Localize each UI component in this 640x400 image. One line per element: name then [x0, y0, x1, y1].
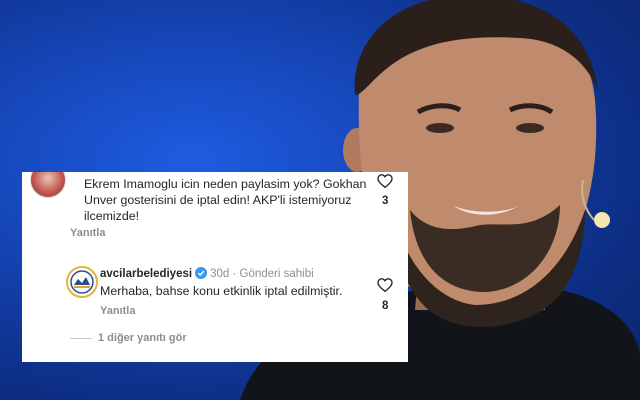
comment-text: Ekrem Imamoglu icin neden paylasim yok? … [84, 177, 367, 223]
reply-link[interactable]: Yanıtla [70, 227, 105, 239]
municipality-logo-icon [70, 270, 94, 294]
reply-text: Merhaba, bahse konu etkinlik iptal edilm… [100, 284, 343, 298]
reply-link[interactable]: Yanıtla [100, 305, 135, 317]
avatar[interactable] [30, 172, 66, 198]
timestamp: 30d [210, 268, 230, 280]
reply-header: avcilarbelediyesi 30d · Gönderi sahibi [100, 267, 314, 280]
author-badge: Gönderi sahibi [239, 268, 314, 280]
separator: · [232, 268, 237, 280]
view-replies-label: 1 diğer yanıtı gör [98, 332, 187, 344]
divider-line [70, 337, 92, 339]
avatar[interactable] [66, 266, 98, 298]
comment-card: Ekrem Imamoglu icin neden paylasim yok? … [22, 172, 408, 362]
view-more-replies-link[interactable]: 1 diğer yanıtı gör [70, 332, 187, 344]
heart-outline-icon[interactable] [377, 278, 393, 292]
heart-outline-icon[interactable] [377, 174, 393, 188]
username[interactable]: avcilarbelediyesi [100, 268, 192, 280]
like-count: 8 [382, 300, 389, 312]
verified-badge-icon [195, 267, 208, 279]
like-count: 3 [382, 195, 389, 207]
